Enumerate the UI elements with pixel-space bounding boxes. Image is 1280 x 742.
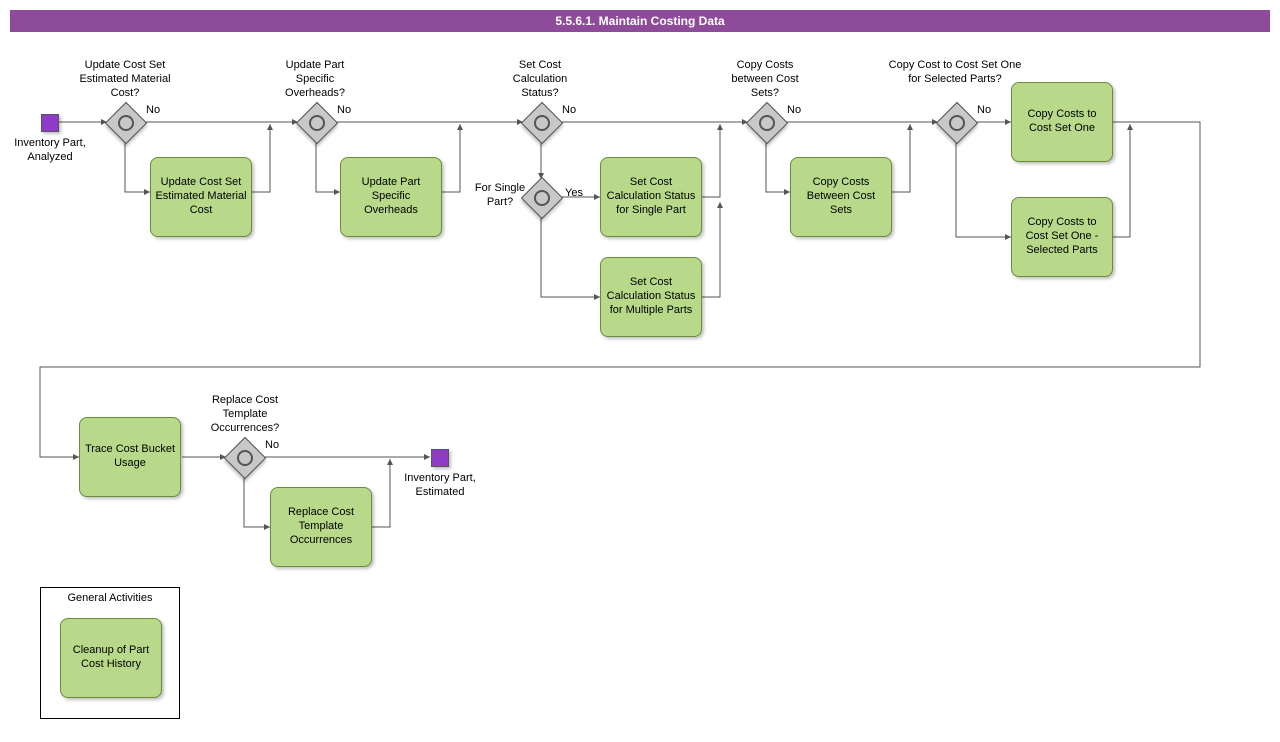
end-event [431,449,449,467]
task-copy-to-cost-set-one[interactable]: Copy Costs to Cost Set One [1011,82,1113,162]
gateway-update-part-overheads-label: Update Part Specific Overheads? [265,59,365,100]
task-set-status-multiple[interactable]: Set Cost Calculation Status for Multiple… [600,257,702,337]
page-title: 5.5.6.1. Maintain Costing Data [10,10,1270,32]
gateway-update-cost-set-label: Update Cost Set Estimated Material Cost? [70,59,180,100]
end-event-label: Inventory Part, Estimated [400,472,480,500]
task-replace-cost-template[interactable]: Replace Cost Template Occurrences [270,487,372,567]
gateway-set-cost-calc-status [521,102,563,144]
group-general-activities: General Activities Cleanup of Part Cost … [40,587,180,719]
gateway-update-cost-set [105,102,147,144]
group-title: General Activities [41,588,179,604]
diagram-canvas: Inventory Part, Analyzed Update Cost Set… [10,32,1270,732]
task-copy-to-cost-set-one-selected[interactable]: Copy Costs to Cost Set One - Selected Pa… [1011,197,1113,277]
edge-label-g2-no: No [337,104,351,116]
task-set-status-single[interactable]: Set Cost Calculation Status for Single P… [600,157,702,237]
task-cleanup-history[interactable]: Cleanup of Part Cost History [60,618,162,698]
gateway-replace-cost-template [224,437,266,479]
gateway-copy-to-cost-set-one [936,102,978,144]
task-update-cost-set-material[interactable]: Update Cost Set Estimated Material Cost [150,157,252,237]
start-event-label: Inventory Part, Analyzed [10,137,90,165]
edge-label-g1-no: No [146,104,160,116]
edge-label-g3-no: No [562,104,576,116]
gateway-replace-cost-template-label: Replace Cost Template Occurrences? [200,394,290,435]
gateway-for-single-part-label: For Single Part? [470,182,530,210]
gateway-copy-to-cost-set-one-label: Copy Cost to Cost Set One for Selected P… [885,59,1025,87]
edge-label-g4-yes: Yes [565,187,583,199]
edge-label-g5-no: No [787,104,801,116]
edge-label-g6-no: No [977,104,991,116]
start-event [41,114,59,132]
task-update-part-overheads[interactable]: Update Part Specific Overheads [340,157,442,237]
task-copy-costs-between[interactable]: Copy Costs Between Cost Sets [790,157,892,237]
task-trace-cost-bucket[interactable]: Trace Cost Bucket Usage [79,417,181,497]
gateway-copy-costs-between [746,102,788,144]
gateway-copy-costs-between-label: Copy Costs between Cost Sets? [720,59,810,100]
gateway-set-cost-calc-status-label: Set Cost Calculation Status? [495,59,585,100]
edge-label-g7-no: No [265,439,279,451]
gateway-update-part-overheads [296,102,338,144]
